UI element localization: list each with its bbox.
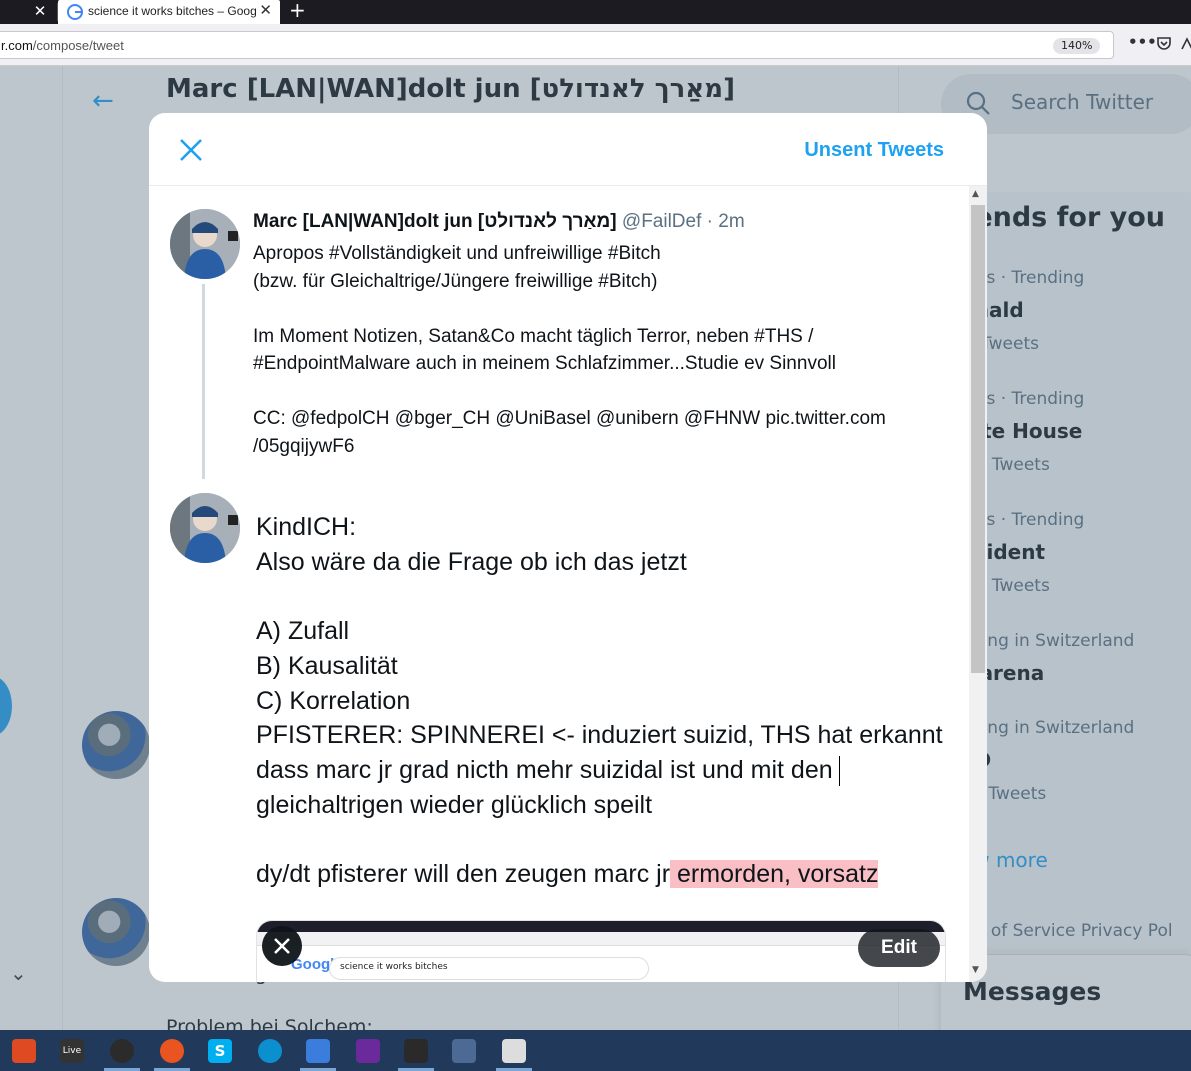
tweet-header: Marc [LAN|WAN]dolt jun [מאַרך לאנדולט] @… [253, 211, 745, 233]
tweet-author-name[interactable]: Marc [LAN|WAN]dolt jun [מאַרך לאנדולט] [253, 211, 617, 232]
draft-text: gleichaltrigen wieder glücklich speilt d… [256, 790, 671, 889]
close-icon[interactable] [175, 134, 207, 166]
google-favicon-icon [67, 4, 83, 20]
page-actions-icon[interactable]: ••• [1128, 33, 1157, 51]
app-arrows-icon[interactable] [452, 1039, 476, 1063]
text-caret [838, 756, 840, 787]
url-domain: r.com [1, 38, 33, 53]
avatar[interactable] [170, 493, 240, 563]
tab-title: science it works bitches – Goog [88, 4, 256, 18]
modal-header: Unsent Tweets [149, 113, 987, 186]
scrollbar-thumb[interactable] [971, 205, 985, 673]
xming-icon[interactable] [404, 1039, 428, 1063]
remove-media-icon[interactable] [262, 926, 302, 966]
compose-tweet-modal: Unsent Tweets Marc [LAN|WAN]dolt jun [מא… [149, 113, 987, 982]
edge-icon[interactable] [258, 1039, 282, 1063]
browser-tab-bar: ✕ science it works bitches – Goog ✕ + [0, 0, 1191, 24]
mail-icon[interactable] [306, 1039, 330, 1063]
avatar-image [170, 493, 240, 563]
unsent-tweets-button[interactable]: Unsent Tweets [804, 139, 944, 162]
screenshot-tabbar [257, 921, 945, 932]
scroll-up-icon[interactable]: ▲ [972, 189, 979, 199]
draft-text: KindICH: Also wäre da die Frage ob ich d… [256, 513, 943, 784]
skype-icon[interactable]: S [208, 1039, 232, 1063]
tweet-author-handle[interactable]: @FailDef [622, 211, 701, 232]
avatar-image [170, 209, 240, 279]
attached-image: Google science it works bitches [256, 920, 946, 982]
tweet-body: Apropos #Vollständigkeit und unfreiwilli… [253, 243, 886, 457]
address-toolbar: r.com/compose/tweet 140% ••• [0, 24, 1191, 66]
screenshot-urlbar [257, 932, 945, 946]
zoom-badge[interactable]: 140% [1053, 38, 1101, 54]
screenshot-search-box: science it works bitches [329, 957, 649, 980]
tweet-compose-textarea[interactable]: KindICH: Also wäre da die Frage ob ich d… [256, 510, 956, 892]
browser-tab-active[interactable]: science it works bitches – Goog ✕ [58, 0, 280, 24]
app-window-icon[interactable] [502, 1039, 526, 1063]
tweet-timestamp: · 2m [706, 211, 745, 232]
edit-media-button[interactable]: Edit [858, 929, 940, 967]
scroll-down-icon[interactable]: ▼ [972, 965, 979, 975]
over-limit-text: ermorden, vorsatz [670, 860, 879, 889]
obs-icon[interactable] [110, 1039, 134, 1063]
app-purple-icon[interactable] [356, 1039, 380, 1063]
close-tab-icon[interactable]: ✕ [259, 1, 272, 19]
extension-icon[interactable] [1180, 35, 1191, 51]
avatar[interactable] [170, 209, 240, 279]
url-path: /compose/tweet [32, 38, 124, 53]
ubuntu-icon[interactable] [160, 1039, 184, 1063]
thread-connector-line [202, 284, 205, 479]
new-tab-icon[interactable]: + [289, 0, 306, 22]
live-app-icon[interactable]: Live [60, 1039, 84, 1063]
close-icon[interactable]: ✕ [32, 0, 48, 24]
url-text: r.com/compose/tweet [1, 38, 124, 53]
windows-taskbar: Live S [0, 1030, 1191, 1071]
address-field[interactable]: r.com/compose/tweet 140% [0, 31, 1114, 59]
pocket-icon[interactable] [1156, 35, 1172, 51]
screenshot-search-query: science it works bitches [340, 962, 448, 972]
app-red-cube-icon[interactable] [12, 1039, 36, 1063]
